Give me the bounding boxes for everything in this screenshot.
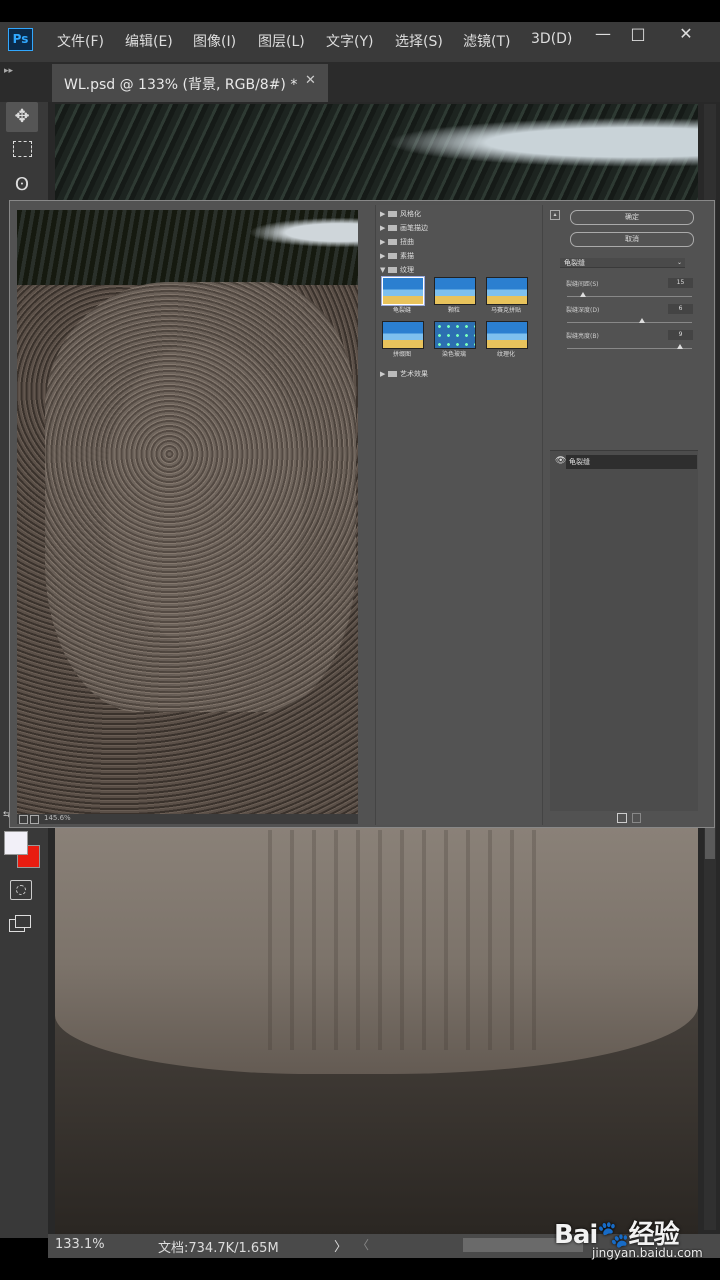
param-label-spacing: 裂缝间距(S) — [566, 281, 599, 288]
top-black-bar — [0, 0, 720, 22]
filter-dropdown-value: 龟裂缝 — [564, 259, 585, 267]
document-tab-title: WL.psd @ 133% (背景, RGB/8#) * — [64, 77, 298, 93]
move-tool-icon[interactable]: ✥ — [6, 102, 38, 132]
folder-artistic[interactable]: ▶ 艺术效果 — [380, 369, 428, 379]
document-size-info: 文档:734.7K/1.65M — [158, 1241, 279, 1256]
param-value-brightness[interactable]: 9 — [668, 330, 693, 340]
folder-brush-strokes[interactable]: ▶ 画笔描边 — [380, 223, 428, 233]
param-value-spacing[interactable]: 15 — [668, 278, 693, 288]
filter-thumb-texturizer[interactable] — [486, 321, 528, 349]
param-value-depth[interactable]: 6 — [668, 304, 693, 314]
folder-sketch[interactable]: ▶ 素描 — [380, 251, 414, 261]
slider-track-brightness[interactable] — [567, 348, 692, 349]
filter-thumb-grain[interactable] — [434, 277, 476, 305]
panel-collapse-icon[interactable]: ▸▸ — [4, 66, 13, 76]
menu-layer[interactable]: 图层(L) — [258, 31, 305, 51]
filter-label-patchwork: 拼缀图 — [392, 351, 411, 358]
menu-type[interactable]: 文字(Y) — [326, 31, 373, 51]
preview-zoom-level[interactable]: 145.6% — [44, 814, 71, 822]
folder-label: 风格化 — [400, 210, 421, 218]
minimize-button[interactable]: — — [589, 24, 617, 44]
filter-thumb-craquelure[interactable] — [381, 276, 425, 306]
filter-thumb-patchwork[interactable] — [382, 321, 424, 349]
photoshop-logo[interactable]: Ps — [8, 28, 33, 51]
folder-distort[interactable]: ▶ 扭曲 — [380, 237, 414, 247]
eye-icon[interactable]: 👁 — [555, 456, 566, 466]
baidu-watermark-url: jingyan.baidu.com — [592, 1246, 703, 1260]
quick-mask-icon[interactable] — [10, 880, 32, 900]
photo-palm-leaves — [55, 104, 698, 200]
status-menu-arrow-icon[interactable]: 〉 — [334, 1236, 347, 1255]
effect-layer-row[interactable]: 龟裂缝 — [566, 455, 697, 469]
menu-filter[interactable]: 滤镜(T) — [463, 31, 510, 51]
filter-dropdown[interactable]: 龟裂缝 ⌄ — [560, 258, 685, 268]
zoom-out-icon[interactable] — [19, 815, 28, 824]
close-window-button[interactable]: ✕ — [672, 24, 700, 44]
folder-label: 艺术效果 — [400, 370, 428, 378]
folder-label: 画笔描边 — [400, 224, 428, 232]
menu-3d[interactable]: 3D(D) — [531, 31, 572, 47]
menu-edit[interactable]: 编辑(E) — [125, 31, 173, 51]
menu-image[interactable]: 图像(I) — [193, 31, 236, 51]
folder-label: 素描 — [400, 252, 414, 260]
filter-label-mosaic-tiles: 马赛克拼贴 — [490, 307, 521, 314]
folder-label: 纹理 — [400, 266, 414, 274]
folder-label: 扭曲 — [400, 238, 414, 246]
zoom-level[interactable]: 133.1% — [55, 1237, 105, 1252]
filter-thumb-stained-glass[interactable] — [434, 321, 476, 349]
bottom-black-bar — [0, 1258, 720, 1280]
chevron-down-icon: ⌄ — [676, 259, 682, 266]
slider-knob-spacing[interactable] — [580, 292, 587, 297]
zoom-in-icon[interactable] — [30, 815, 39, 824]
slider-knob-brightness[interactable] — [676, 344, 683, 349]
screen-mode-icon[interactable] — [9, 915, 31, 933]
new-effect-layer-icon[interactable] — [617, 813, 627, 823]
maximize-button[interactable]: □ — [624, 24, 652, 44]
param-label-depth: 裂缝深度(D) — [566, 307, 600, 314]
menu-select[interactable]: 选择(S) — [395, 31, 443, 51]
filter-label-craquelure: 龟裂缝 — [392, 307, 411, 314]
preview-cracked-rock — [45, 282, 356, 712]
preview-foliage — [17, 210, 358, 285]
param-label-brightness: 裂缝亮度(B) — [566, 333, 599, 340]
filter-label-stained-glass: 染色玻璃 — [441, 351, 466, 358]
lasso-tool-icon[interactable]: ʘ — [6, 170, 38, 200]
close-tab-icon[interactable]: ✕ — [305, 73, 316, 88]
filter-label-texturizer: 纹理化 — [496, 351, 515, 358]
filter-thumb-mosaic-tiles[interactable] — [486, 277, 528, 305]
delete-effect-layer-icon[interactable] — [632, 813, 641, 823]
filter-label-grain: 颗粒 — [447, 307, 460, 314]
collapse-gallery-icon[interactable]: ▴ — [550, 210, 560, 220]
slider-knob-depth[interactable] — [639, 318, 645, 323]
ok-button[interactable]: 确定 — [570, 210, 694, 225]
folder-texture[interactable]: ▼ 纹理 — [380, 265, 414, 275]
photo-rock-texture — [250, 830, 550, 1050]
scroll-left-arrow-icon[interactable]: 〈 — [357, 1236, 369, 1253]
folder-stylize[interactable]: ▶ 风格化 — [380, 209, 421, 219]
cancel-button[interactable]: 取消 — [570, 232, 694, 247]
menu-file[interactable]: 文件(F) — [57, 31, 104, 51]
slider-track-depth[interactable] — [567, 322, 692, 323]
effect-layers-panel — [550, 450, 698, 811]
marquee-tool-icon[interactable] — [6, 134, 38, 164]
foreground-color-swatch[interactable] — [4, 831, 28, 855]
